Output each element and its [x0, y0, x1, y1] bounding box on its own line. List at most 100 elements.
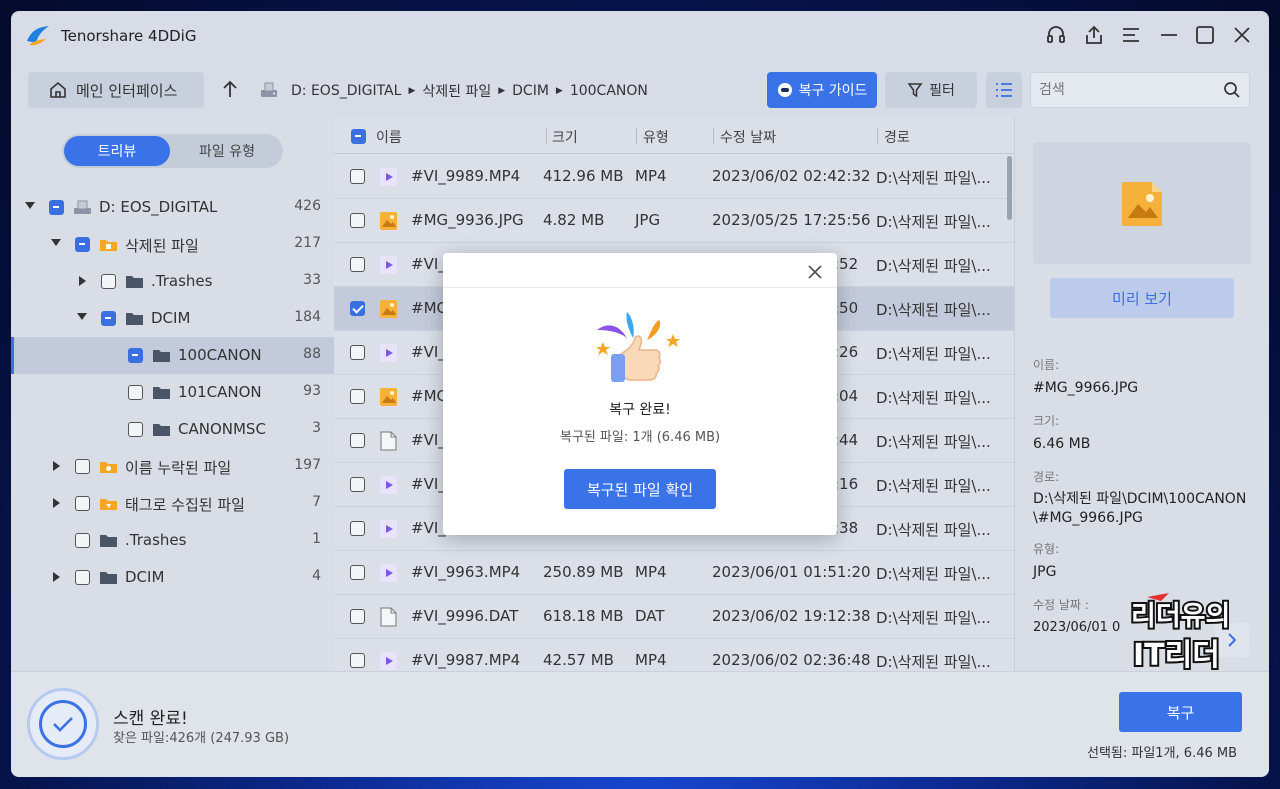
tree-panel: 트리뷰 파일 유형 D: EOS_DIGITAL 426 삭제된 파일 217 … [11, 118, 334, 671]
tree-item-trashes[interactable]: .Trashes 33 [11, 263, 334, 300]
column-divider[interactable] [546, 128, 547, 144]
home-button[interactable]: 메인 인터페이스 [28, 72, 204, 108]
cell-size: 42.57 MB [543, 651, 614, 669]
column-divider[interactable] [877, 128, 878, 144]
table-row[interactable]: #VI_9989.MP4 412.96 MB MP4 2023/06/02 02:42… [334, 155, 1014, 199]
share-icon[interactable] [1083, 24, 1105, 46]
search-input[interactable] [1039, 80, 1209, 100]
cell-type: MP4 [635, 167, 667, 185]
detail-size-label: 크기: [1033, 414, 1060, 428]
breadcrumb-item[interactable]: DCIM [512, 83, 549, 99]
cell-size: 412.96 MB [543, 167, 624, 185]
dialog-close-icon[interactable] [806, 263, 824, 281]
tree-item-101canon[interactable]: 101CANON 93 [11, 374, 334, 411]
row-checkbox[interactable] [350, 609, 365, 624]
column-header-size[interactable]: 크기 [552, 127, 578, 147]
select-all-checkbox[interactable] [351, 129, 366, 144]
tree-item-label: .Trashes [151, 272, 213, 290]
column-header-path[interactable]: 경로 [884, 127, 910, 147]
column-divider[interactable] [713, 128, 714, 144]
cell-type: DAT [635, 607, 665, 625]
collapse-arrow-icon[interactable] [51, 239, 61, 246]
row-checkbox[interactable] [350, 345, 365, 360]
column-divider[interactable] [636, 128, 637, 144]
expand-arrow-icon[interactable] [53, 572, 60, 582]
tree-item-deleted-files[interactable]: 삭제된 파일 217 [11, 226, 334, 263]
expand-arrow-icon[interactable] [53, 498, 60, 508]
table-row[interactable]: #MG_9936.JPG 4.82 MB JPG 2023/05/25 17:25:5… [334, 199, 1014, 243]
filter-button[interactable]: 필터 [885, 72, 977, 108]
tree-item-label: 이름 누락된 파일 [125, 459, 232, 477]
row-checkbox[interactable] [350, 169, 365, 184]
tree-checkbox[interactable] [75, 570, 90, 585]
tree-item-root-trashes[interactable]: .Trashes 1 [11, 522, 334, 559]
search-box[interactable] [1030, 72, 1250, 108]
tree-item-unnamed-files[interactable]: 이름 누락된 파일 197 [11, 448, 334, 485]
cell-path: D:\삭제된 파일\... [876, 565, 991, 583]
row-checkbox[interactable] [350, 257, 365, 272]
breadcrumb-separator-icon: ▶ [555, 86, 563, 96]
tree-item-drive[interactable]: D: EOS_DIGITAL 426 [11, 189, 334, 226]
row-checkbox[interactable] [350, 653, 365, 668]
tab-file-type[interactable]: 파일 유형 [174, 136, 280, 166]
preview-button[interactable]: 미리 보기 [1050, 278, 1234, 318]
minimize-icon[interactable] [1158, 24, 1180, 46]
breadcrumb-item[interactable]: 100CANON [570, 83, 648, 99]
cell-date: 2023/06/02 02:42:32 [712, 167, 871, 185]
list-view-button[interactable] [986, 72, 1022, 108]
detail-date-label: 수정 날짜 : [1033, 598, 1089, 612]
cell-name: #VI_9996.DAT [411, 607, 519, 625]
tree-checkbox[interactable] [75, 533, 90, 548]
row-checkbox[interactable] [350, 389, 365, 404]
scan-status-subtitle: 찾은 파일:426개 (247.93 GB) [113, 731, 290, 746]
collapse-arrow-icon[interactable] [25, 202, 35, 209]
expand-arrow-icon[interactable] [79, 276, 86, 286]
view-recovered-files-button[interactable]: 복구된 파일 확인 [564, 469, 716, 509]
column-header-name[interactable]: 이름 [376, 127, 402, 147]
table-scrollbar[interactable] [1007, 156, 1012, 220]
tree-checkbox[interactable] [128, 348, 143, 363]
tab-tree-view[interactable]: 트리뷰 [64, 136, 170, 166]
cell-path: D:\삭제된 파일\... [876, 257, 991, 275]
recovery-guide-button[interactable]: 복구 가이드 [767, 72, 877, 108]
tree-checkbox[interactable] [75, 237, 90, 252]
table-row[interactable]: #VI_9963.MP4 250.89 MB MP4 2023/06/01 01:51… [334, 551, 1014, 595]
collapse-arrow-icon[interactable] [77, 313, 87, 320]
column-header-type[interactable]: 유형 [643, 127, 669, 147]
menu-icon[interactable] [1120, 24, 1142, 46]
row-checkbox[interactable] [350, 301, 365, 316]
support-headset-icon[interactable] [1045, 24, 1067, 46]
tree-item-root-dcim[interactable]: DCIM 4 [11, 559, 334, 596]
table-row[interactable]: #VI_9996.DAT 618.18 MB DAT 2023/06/02 19:12… [334, 595, 1014, 639]
cell-date: 2023/06/02 02:36:48 [712, 651, 871, 669]
row-checkbox[interactable] [350, 213, 365, 228]
detail-type-value: JPG [1033, 564, 1057, 580]
row-checkbox[interactable] [350, 477, 365, 492]
cell-date: :50 [834, 299, 859, 317]
breadcrumb-item[interactable]: D: EOS_DIGITAL [291, 83, 401, 99]
row-checkbox[interactable] [350, 565, 365, 580]
tree-checkbox[interactable] [75, 496, 90, 511]
maximize-icon[interactable] [1194, 24, 1216, 46]
tree-item-dcim[interactable]: DCIM 184 [11, 300, 334, 337]
tree-item-label: DCIM [151, 309, 191, 327]
up-arrow-icon[interactable] [221, 79, 239, 99]
tree-item-canonmsc[interactable]: CANONMSC 3 [11, 411, 334, 448]
tree-checkbox[interactable] [128, 422, 143, 437]
tree-item-tagged-files[interactable]: 태그로 수집된 파일 7 [11, 485, 334, 522]
tree-checkbox[interactable] [75, 459, 90, 474]
column-header-date[interactable]: 수정 날짜 [720, 127, 776, 147]
tree-item-100canon[interactable]: 100CANON 88 [11, 337, 334, 374]
breadcrumb-item[interactable]: 삭제된 파일 [422, 81, 491, 101]
cell-name: #VI_ [411, 519, 446, 537]
tree-checkbox[interactable] [49, 200, 64, 215]
tree-checkbox[interactable] [101, 311, 116, 326]
expand-arrow-icon[interactable] [53, 461, 60, 471]
row-checkbox[interactable] [350, 433, 365, 448]
recover-button[interactable]: 복구 [1119, 692, 1242, 732]
row-checkbox[interactable] [350, 521, 365, 536]
tree-checkbox[interactable] [101, 274, 116, 289]
search-icon[interactable] [1223, 81, 1241, 99]
close-icon[interactable] [1231, 24, 1253, 46]
tree-checkbox[interactable] [128, 385, 143, 400]
